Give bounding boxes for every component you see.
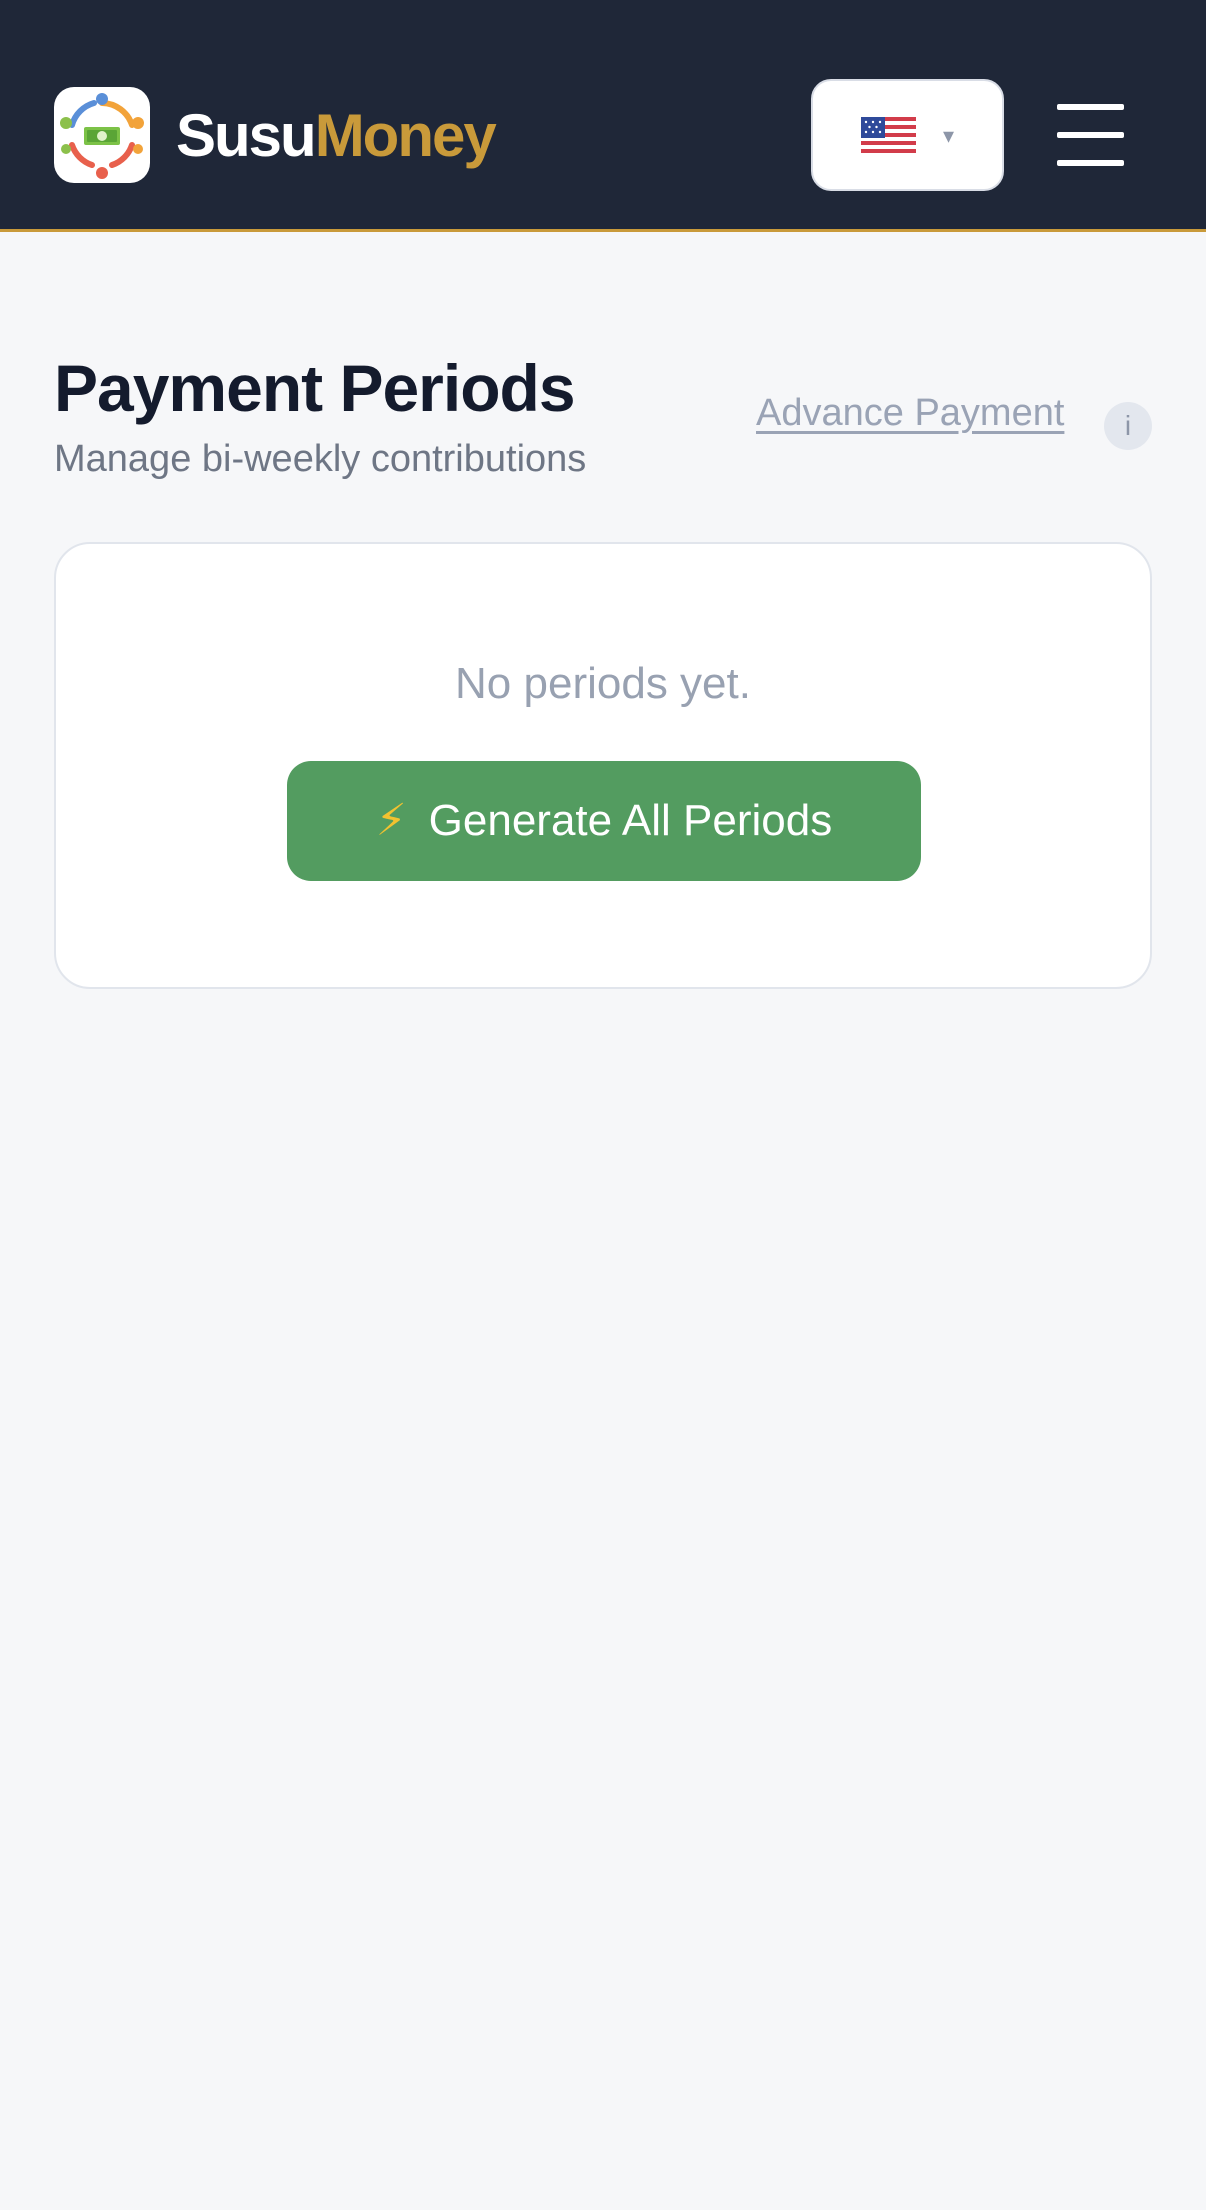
chevron-down-icon: ▾ <box>943 123 955 148</box>
lightning-bolt-icon: ⚡ <box>375 796 407 845</box>
language-selector[interactable]: ▾ <box>811 79 1004 191</box>
brand-name-part2: Money <box>314 102 497 169</box>
page-subtitle: Manage bi-weekly contributions <box>54 438 587 480</box>
generate-all-periods-button[interactable]: ⚡ Generate All Periods <box>287 761 921 881</box>
brand-name-part1: Susu <box>176 102 317 169</box>
menu-bar <box>1057 160 1124 166</box>
payment-periods-card: No periods yet. ⚡ Generate All Periods <box>54 542 1152 989</box>
brand-name: SusuMoney <box>176 98 497 174</box>
generate-button-label: Generate All Periods <box>428 796 833 845</box>
menu-bar <box>1057 132 1124 138</box>
community-money-logo-icon <box>60 93 144 179</box>
hamburger-menu-icon[interactable] <box>1055 100 1125 168</box>
info-icon[interactable]: i <box>1104 402 1152 450</box>
us-flag-icon <box>861 117 916 157</box>
app-logo[interactable] <box>54 87 150 183</box>
empty-state-message: No periods yet. <box>455 659 751 708</box>
advance-payment-link[interactable]: Advance Payment <box>756 388 1064 438</box>
menu-bar <box>1057 104 1124 110</box>
app-header: SusuMoney ▾ <box>0 0 1206 232</box>
page-title: Payment Periods <box>54 351 576 425</box>
